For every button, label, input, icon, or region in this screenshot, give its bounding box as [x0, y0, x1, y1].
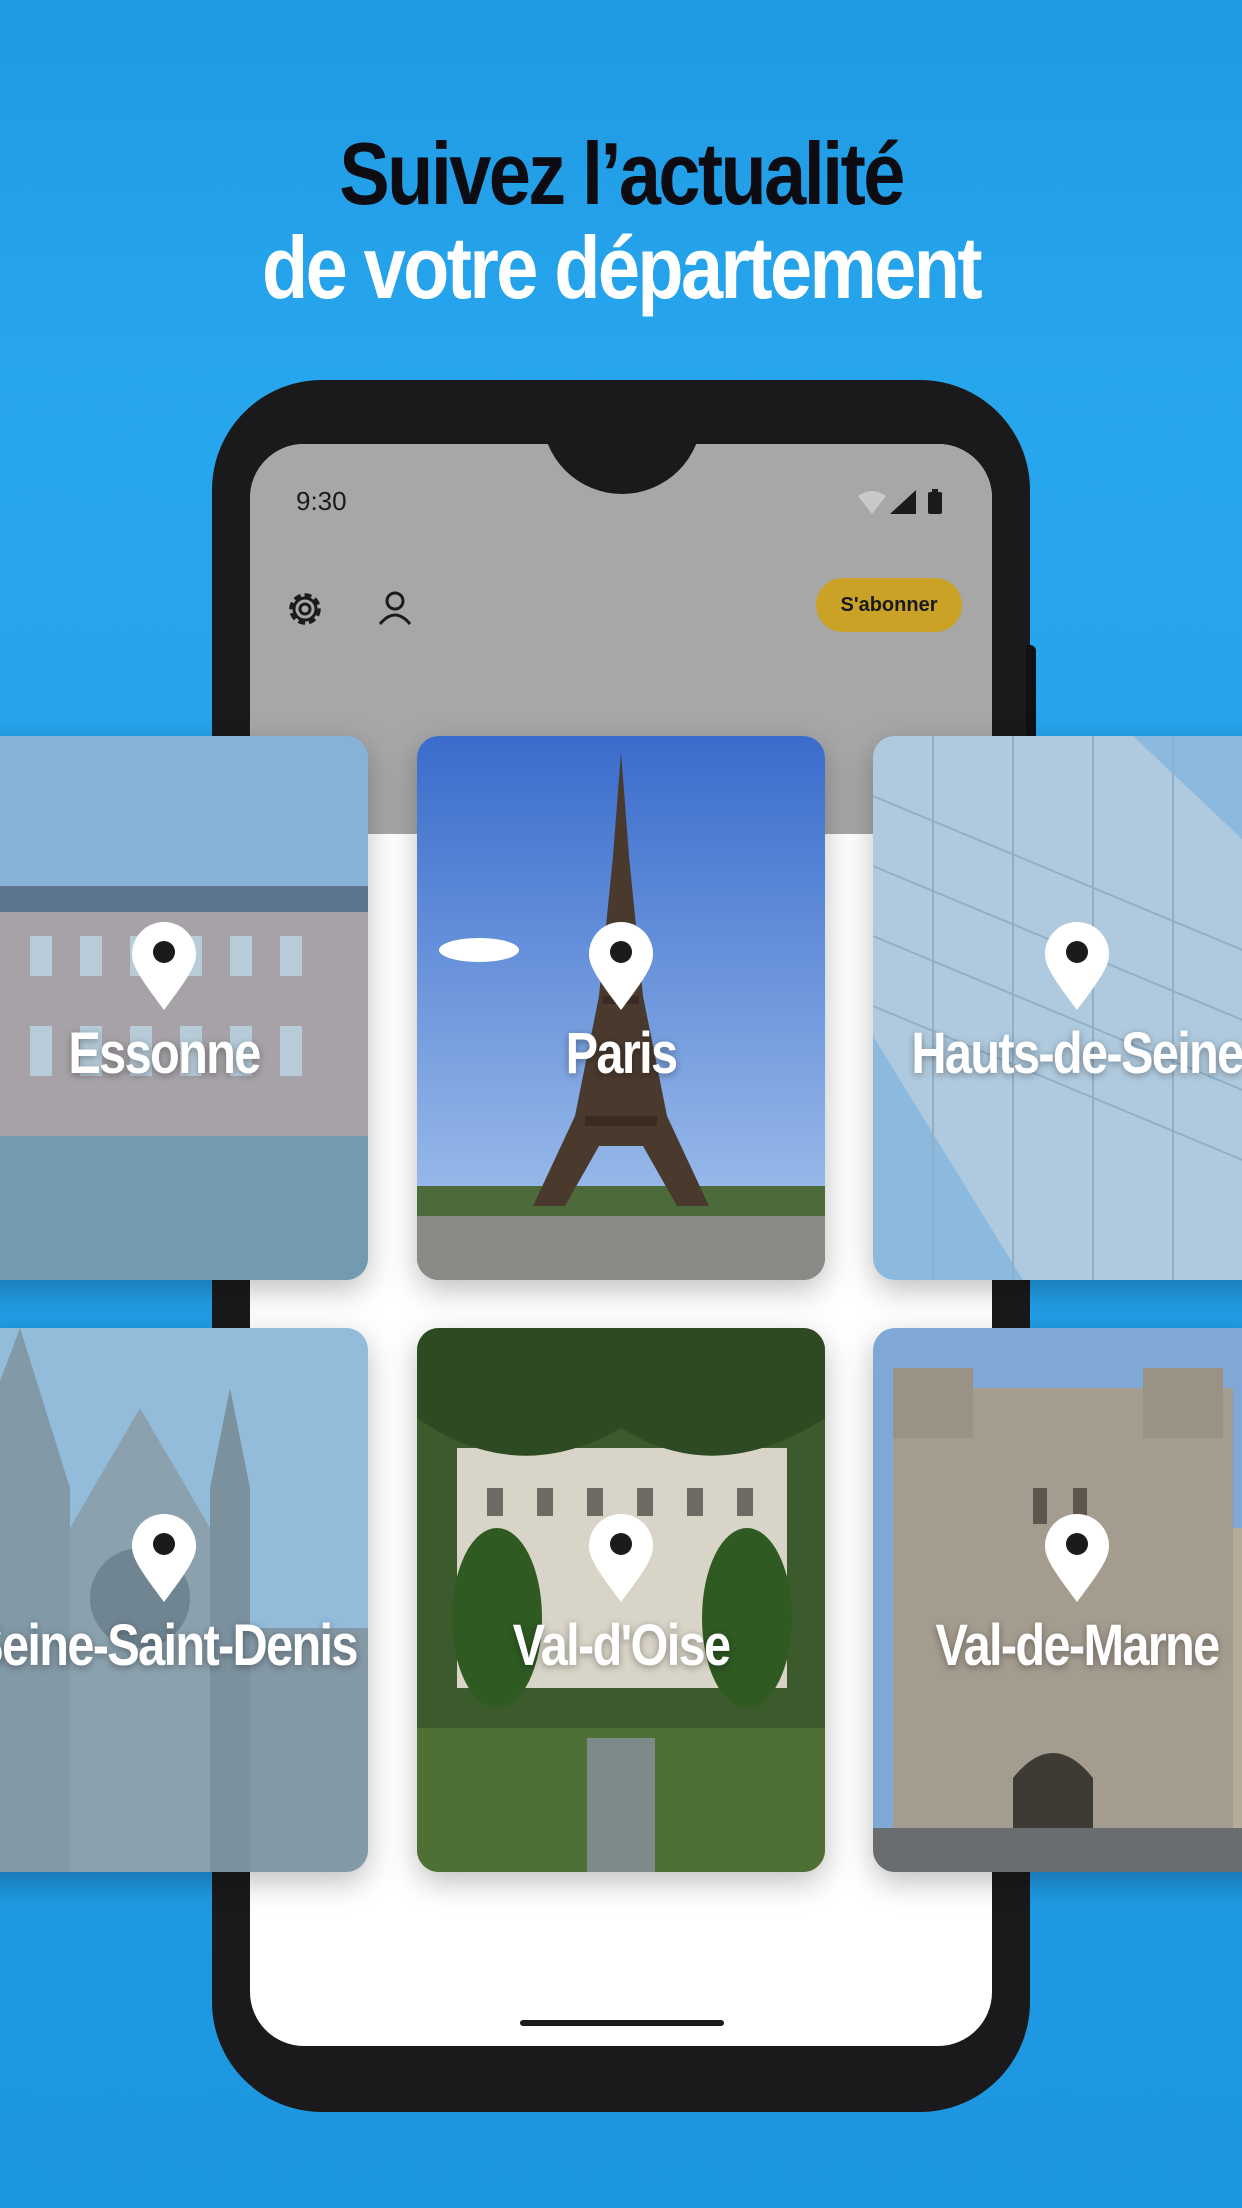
department-card-paris[interactable]: Paris: [417, 736, 825, 1280]
settings-gear-icon[interactable]: [278, 582, 332, 636]
wifi-icon: [858, 491, 886, 514]
location-pin-icon: [1045, 922, 1109, 1010]
department-name: Essonne: [68, 1021, 261, 1086]
department-name: Hauts-de-Seine: [911, 1021, 1242, 1086]
headline-line-1: Suivez l’actualité: [339, 124, 905, 223]
department-name: Paris: [565, 1021, 678, 1086]
department-card-seine-saint-denis[interactable]: Seine-Saint-Denis: [0, 1328, 368, 1872]
account-user-icon[interactable]: [368, 582, 422, 636]
department-card-essonne[interactable]: Essonne: [0, 736, 368, 1280]
status-time: 9:30: [296, 486, 347, 516]
department-card-val-de-marne[interactable]: Val-de-Marne: [873, 1328, 1242, 1872]
location-pin-icon: [132, 1514, 196, 1602]
headline-line-2: de votre département: [261, 218, 983, 317]
home-indicator[interactable]: [520, 2020, 724, 2026]
subscribe-button[interactable]: S'abonner: [816, 578, 962, 632]
department-name: Val-d'Oise: [512, 1613, 732, 1678]
status-icons: [858, 489, 942, 514]
department-card-val-d-oise[interactable]: Val-d'Oise: [417, 1328, 825, 1872]
location-pin-icon: [589, 922, 653, 1010]
department-name: Val-de-Marne: [935, 1613, 1220, 1678]
location-pin-icon: [589, 1514, 653, 1602]
location-pin-icon: [132, 922, 196, 1010]
location-pin-icon: [1045, 1514, 1109, 1602]
signal-icon: [890, 490, 916, 514]
battery-icon: [928, 492, 942, 514]
department-card-hauts-de-seine[interactable]: Hauts-de-Seine: [873, 736, 1242, 1280]
department-name: Seine-Saint-Denis: [0, 1613, 359, 1678]
